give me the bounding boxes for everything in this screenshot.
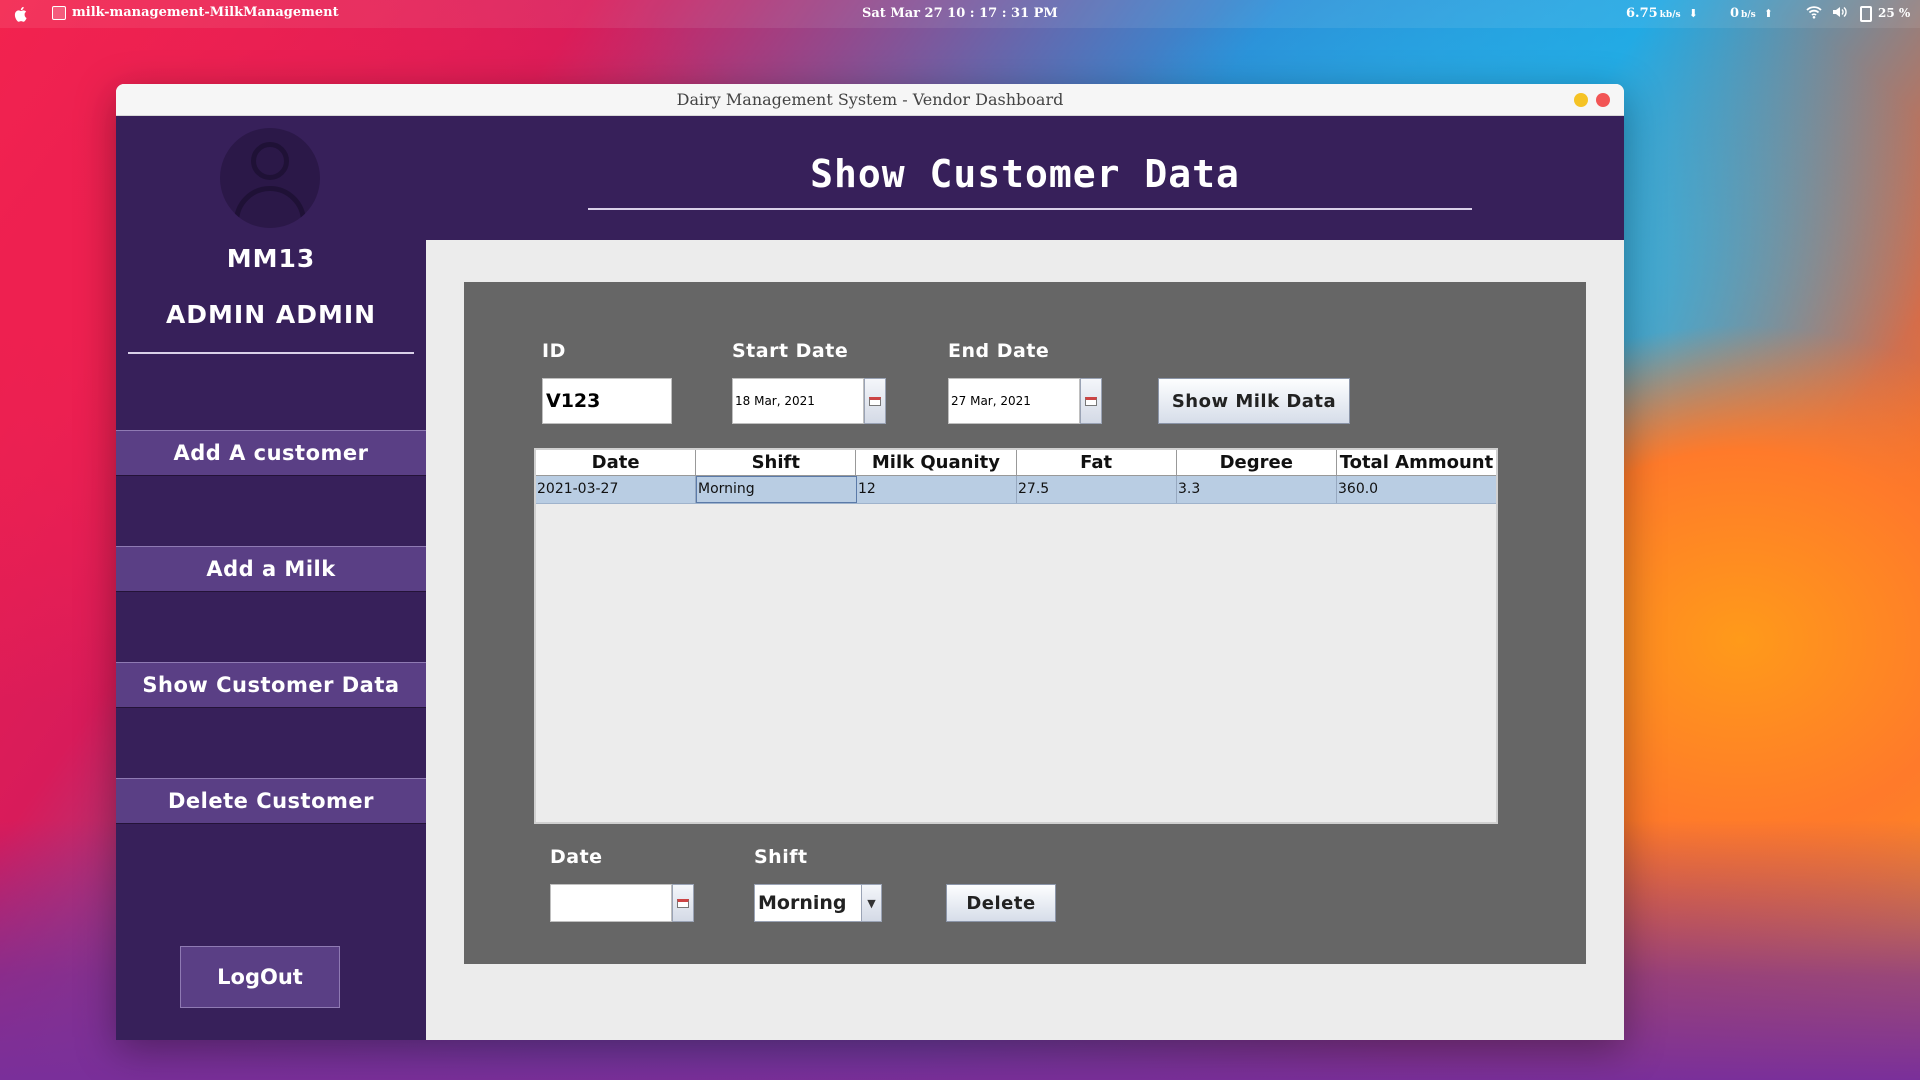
window-title: Dairy Management System - Vendor Dashboa… bbox=[676, 90, 1064, 109]
calendar-icon bbox=[869, 396, 881, 406]
show-customer-data-button[interactable]: Show Customer Data bbox=[116, 662, 426, 708]
logout-button[interactable]: LogOut bbox=[180, 946, 340, 1008]
customer-data-panel: ID Start Date End Date V123 18 Mar, 2021… bbox=[464, 282, 1586, 964]
net-upload-value: 0 bbox=[1730, 6, 1740, 21]
net-download-speed: 6.75 kb/s ⬇ bbox=[1626, 6, 1698, 21]
add-milk-button[interactable]: Add a Milk bbox=[116, 546, 426, 592]
user-id: MM13 bbox=[226, 244, 316, 273]
table-header: Date Shift Milk Quanity Fat Degree Total… bbox=[536, 450, 1496, 476]
active-app[interactable]: milk-management-MilkManagement bbox=[52, 5, 339, 20]
window-content: MM13 ADMIN ADMIN Add A customer Add a Mi… bbox=[116, 116, 1624, 1040]
user-avatar-icon bbox=[220, 128, 320, 228]
wifi-icon[interactable] bbox=[1806, 5, 1822, 23]
dropdown-arrow-icon[interactable]: ▼ bbox=[861, 885, 881, 921]
minimize-button[interactable] bbox=[1574, 93, 1588, 107]
active-app-name: milk-management-MilkManagement bbox=[72, 5, 339, 20]
delete-customer-button[interactable]: Delete Customer bbox=[116, 778, 426, 824]
app-window: Dairy Management System - Vendor Dashboa… bbox=[116, 84, 1624, 1040]
add-customer-button[interactable]: Add A customer bbox=[116, 430, 426, 476]
shift-select-value: Morning bbox=[758, 892, 847, 914]
end-date-field[interactable]: 27 Mar, 2021 bbox=[948, 378, 1080, 424]
close-button[interactable] bbox=[1596, 93, 1610, 107]
page-title: Show Customer Data bbox=[810, 152, 1240, 196]
delete-shift-label: Shift bbox=[754, 846, 808, 868]
menu-bar: milk-management-MilkManagement Sat Mar 2… bbox=[0, 0, 1920, 28]
shift-select[interactable]: Morning ▼ bbox=[754, 884, 882, 922]
column-header-shift[interactable]: Shift bbox=[696, 450, 857, 475]
cell-total-amount[interactable]: 360.0 bbox=[1337, 476, 1496, 503]
cell-fat[interactable]: 27.5 bbox=[1017, 476, 1177, 503]
delete-date-label: Date bbox=[550, 846, 603, 868]
id-label: ID bbox=[542, 340, 566, 362]
menubar-clock[interactable]: Sat Mar 27 10 : 17 : 31 PM bbox=[862, 6, 1058, 21]
show-milk-data-button[interactable]: Show Milk Data bbox=[1158, 378, 1350, 424]
delete-button[interactable]: Delete bbox=[946, 884, 1056, 922]
delete-date-field[interactable] bbox=[550, 884, 672, 922]
column-header-fat[interactable]: Fat bbox=[1017, 450, 1177, 475]
battery-percent: 25 % bbox=[1878, 6, 1911, 20]
net-download-unit: kb/s bbox=[1659, 10, 1681, 20]
sidebar: MM13 ADMIN ADMIN Add A customer Add a Mi… bbox=[116, 116, 426, 1040]
cell-date[interactable]: 2021-03-27 bbox=[536, 476, 696, 503]
delete-date-calendar-button[interactable] bbox=[672, 884, 694, 922]
volume-icon[interactable] bbox=[1832, 5, 1848, 23]
cell-milk-quantity[interactable]: 12 bbox=[857, 476, 1017, 503]
battery-icon[interactable] bbox=[1860, 6, 1872, 22]
up-arrow-icon: ⬆ bbox=[1763, 7, 1773, 20]
cell-degree[interactable]: 3.3 bbox=[1177, 476, 1337, 503]
calendar-icon bbox=[677, 898, 689, 908]
milk-data-table[interactable]: Date Shift Milk Quanity Fat Degree Total… bbox=[534, 448, 1498, 824]
app-icon bbox=[52, 5, 66, 20]
start-date-calendar-button[interactable] bbox=[864, 378, 886, 424]
net-upload-speed: 0 b/s ⬆ bbox=[1730, 6, 1773, 21]
column-header-degree[interactable]: Degree bbox=[1177, 450, 1337, 475]
net-download-value: 6.75 bbox=[1626, 6, 1658, 21]
apple-icon[interactable] bbox=[14, 6, 29, 22]
net-upload-unit: b/s bbox=[1741, 10, 1756, 20]
column-header-total-amount[interactable]: Total Ammount bbox=[1337, 450, 1496, 475]
header-divider bbox=[588, 208, 1472, 210]
table-row[interactable]: 2021-03-27 Morning 12 27.5 3.3 360.0 bbox=[536, 476, 1496, 504]
user-name: ADMIN ADMIN bbox=[165, 300, 377, 329]
main-area: ID Start Date End Date V123 18 Mar, 2021… bbox=[426, 240, 1624, 1040]
column-header-date[interactable]: Date bbox=[536, 450, 697, 475]
cell-shift[interactable]: Morning bbox=[696, 476, 857, 503]
window-titlebar[interactable]: Dairy Management System - Vendor Dashboa… bbox=[116, 84, 1624, 116]
id-input[interactable]: V123 bbox=[542, 378, 672, 424]
end-date-label: End Date bbox=[948, 340, 1050, 362]
calendar-icon bbox=[1085, 396, 1097, 406]
start-date-label: Start Date bbox=[732, 340, 849, 362]
column-header-milk-quantity[interactable]: Milk Quanity bbox=[856, 450, 1017, 475]
down-arrow-icon: ⬇ bbox=[1688, 7, 1698, 20]
sidebar-divider bbox=[128, 352, 414, 354]
end-date-calendar-button[interactable] bbox=[1080, 378, 1102, 424]
start-date-field[interactable]: 18 Mar, 2021 bbox=[732, 378, 864, 424]
page-header: Show Customer Data bbox=[426, 116, 1624, 240]
